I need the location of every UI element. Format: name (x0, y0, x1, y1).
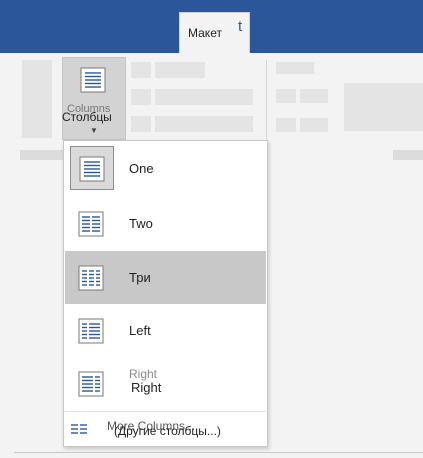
columns-button-label: Столбцы (62, 110, 112, 124)
menu-item-label: Три (129, 270, 151, 285)
one-column-icon (70, 146, 114, 190)
status-divider (14, 452, 423, 453)
group-label-placeholder (393, 150, 423, 160)
menu-item-label: Right (131, 380, 162, 395)
three-columns-icon (78, 265, 104, 296)
chevron-down-icon: ▼ (90, 126, 98, 135)
menu-item-label: Left (129, 323, 151, 338)
ribbon-label-placeholder (155, 89, 253, 105)
menu-item-one[interactable]: One (65, 142, 266, 195)
ribbon-label-placeholder (155, 62, 205, 78)
menu-item-label: One (129, 161, 154, 176)
more-columns-button[interactable]: More Columns... (Другие столбцы...) (65, 411, 266, 446)
columns-dropdown-menu: One Two Три Left Right Right More Column… (63, 140, 268, 447)
tab-layout[interactable]: Макет t (179, 12, 250, 53)
ribbon-icon-placeholder (300, 89, 328, 103)
ribbon-icon-placeholder (300, 118, 328, 132)
ribbon-icon-placeholder (276, 89, 296, 103)
two-columns-icon (78, 211, 104, 242)
ribbon-label-placeholder (276, 62, 314, 74)
group-label-placeholder (20, 150, 64, 160)
tab-layout-label: Макет (188, 26, 222, 40)
menu-item-label: Two (129, 216, 153, 231)
menu-item-right[interactable]: Right Right (65, 357, 266, 410)
ribbon-icon-placeholder (131, 89, 151, 105)
margins-button-placeholder[interactable] (22, 60, 52, 138)
ribbon-icon-placeholder (276, 118, 296, 132)
more-columns-icon (71, 422, 87, 440)
ribbon-icon-placeholder (131, 116, 151, 132)
menu-item-left[interactable]: Left (65, 304, 266, 357)
columns-icon (80, 67, 106, 98)
ribbon-label-placeholder (155, 116, 253, 132)
left-column-icon (78, 318, 104, 349)
text-cursor-glyph: t (238, 18, 243, 35)
ribbon-gallery-placeholder (344, 83, 423, 131)
ribbon-icon-placeholder (131, 62, 151, 78)
menu-item-three[interactable]: Три (65, 251, 266, 304)
menu-item-two[interactable]: Two (65, 197, 266, 250)
right-column-icon (78, 371, 104, 402)
columns-button[interactable]: Columns Столбцы ▼ (62, 57, 126, 140)
more-columns-label: (Другие столбцы...) (114, 424, 221, 438)
